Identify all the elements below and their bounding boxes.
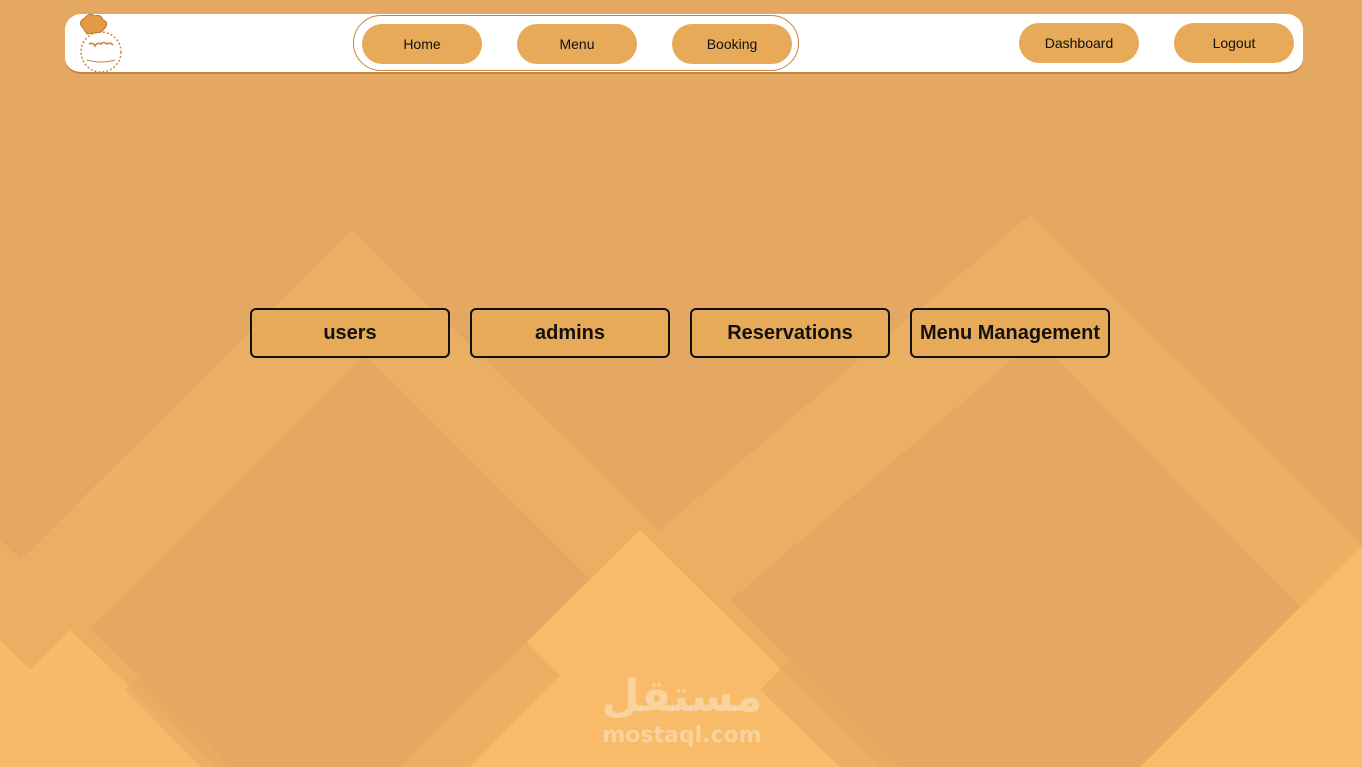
background-pattern bbox=[0, 0, 1362, 767]
nav-menu-button[interactable]: Menu bbox=[517, 24, 637, 64]
watermark-arabic-text: مستقل bbox=[601, 671, 763, 722]
logo[interactable] bbox=[73, 13, 127, 74]
users-button[interactable]: users bbox=[250, 308, 450, 358]
main-nav-group: Home Menu Booking bbox=[353, 15, 799, 71]
nav-dashboard-button[interactable]: Dashboard bbox=[1019, 23, 1139, 63]
menu-management-button[interactable]: Menu Management bbox=[910, 308, 1110, 358]
nav-booking-button[interactable]: Booking bbox=[672, 24, 792, 64]
watermark: مستقل mostaql.com bbox=[592, 670, 772, 755]
chef-hat-logo-icon bbox=[79, 13, 122, 73]
logout-button[interactable]: Logout bbox=[1174, 23, 1294, 63]
nav-home-button[interactable]: Home bbox=[362, 24, 482, 64]
reservations-button[interactable]: Reservations bbox=[690, 308, 890, 358]
watermark-latin-text: mostaql.com bbox=[602, 723, 762, 748]
admins-button[interactable]: admins bbox=[470, 308, 670, 358]
top-navbar: Home Menu Booking Dashboard Logout bbox=[65, 13, 1303, 74]
